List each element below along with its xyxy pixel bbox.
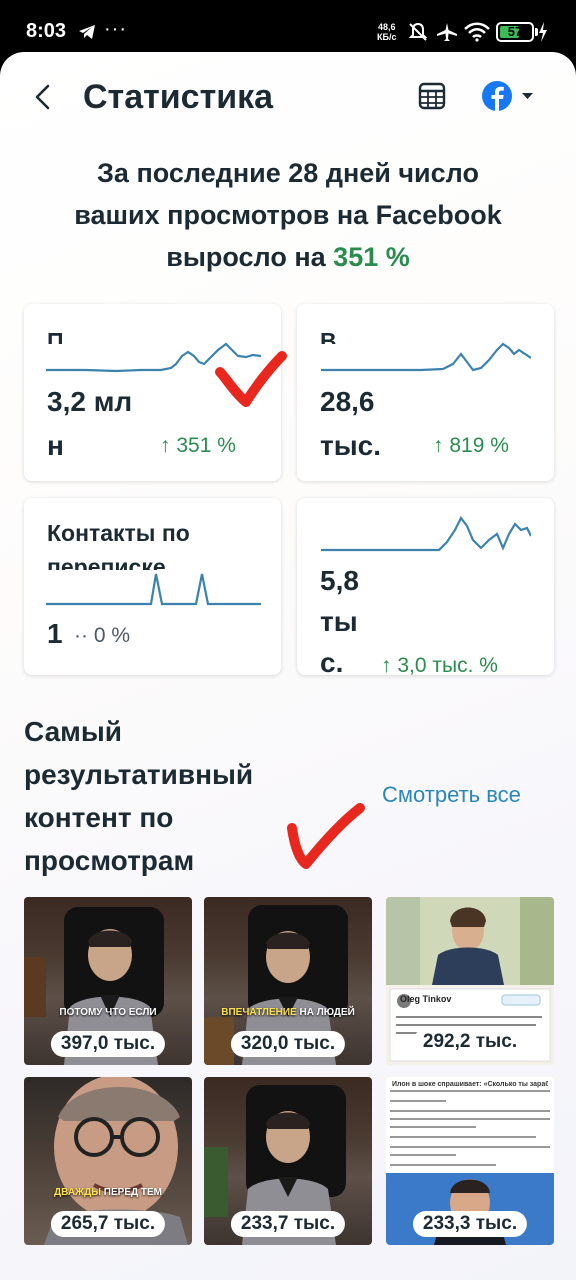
mute-bell-icon: [408, 22, 428, 47]
table-view-button[interactable]: [416, 80, 448, 112]
metric-card-interactions[interactable]: 5,8 ты с. ↑ 3,0 тыс. %: [297, 498, 554, 675]
back-button[interactable]: [28, 80, 58, 114]
statistics-screen: Статистика За последние 28 дней число ва…: [0, 52, 576, 1280]
content-thumbnail[interactable]: ВПЕЧАТЛЕНИЕ НА ЛЮДЕЙ 320,0 тыс.: [204, 897, 372, 1065]
views-badge: 233,7 тыс.: [230, 1211, 346, 1237]
more-notifications-icon: ···: [104, 18, 127, 40]
airplane-icon: [436, 22, 458, 47]
content-thumbnail[interactable]: Oleg Tinkov 292,2 тыс.: [386, 897, 554, 1065]
content-thumbnail[interactable]: Илон в шоке спрашивает: «Сколько ты зара…: [386, 1077, 554, 1245]
sparkline: [321, 342, 531, 372]
views-badge: 265,7 тыс.: [50, 1211, 166, 1237]
growth-percent: 351 %: [333, 242, 410, 272]
caret-down-icon: [522, 93, 533, 99]
post-text-line: Илон в шоке спрашивает: «Сколько ты зара…: [392, 1081, 548, 1088]
charging-bolt-icon: [538, 22, 548, 47]
checkmark-annotation: [215, 351, 287, 407]
card-label: Контакты по переписке: [47, 520, 190, 570]
content-thumbnail[interactable]: ПОТОМУ ЧТО ЕСЛИ 397,0 тыс.: [24, 897, 192, 1065]
status-time: 8:03: [26, 20, 67, 42]
sparkline: [46, 573, 261, 606]
card-value: 28,6 тыс.: [320, 386, 381, 461]
card-delta: ·· 0 %: [74, 624, 131, 647]
metric-card-reactions[interactable]: В 28,6 тыс. ↑ 819 %: [297, 304, 554, 481]
views-badge: 233,3 тыс.: [412, 1211, 528, 1237]
content-thumbnail[interactable]: ДВАЖДЫ ПЕРЕД ТЕМ 265,7 тыс.: [24, 1077, 192, 1245]
content-thumbnail[interactable]: 233,7 тыс.: [204, 1077, 372, 1245]
summary-headline: За последние 28 дней число ваших просмот…: [74, 158, 502, 272]
battery-icon: 57: [496, 22, 534, 42]
thumbnail-caption: ВПЕЧАТЛЕНИЕ НА ЛЮДЕЙ: [221, 1007, 355, 1018]
see-all-link[interactable]: Смотреть все: [382, 782, 521, 808]
views-badge: 320,0 тыс.: [230, 1031, 346, 1057]
telegram-icon: [78, 24, 96, 45]
header: Статистика: [0, 52, 576, 144]
card-delta: ↑ 351 %: [160, 434, 236, 457]
chevron-left-icon: [35, 84, 50, 110]
card-delta: ↑ 819 %: [433, 434, 509, 457]
page-title: Статистика: [83, 78, 274, 116]
tweet-author: Oleg Tinkov: [400, 994, 452, 1004]
thumbnail-caption: ДВАЖДЫ ПЕРЕД ТЕМ: [53, 1187, 163, 1198]
sparkline: [321, 515, 531, 552]
section-title: Самый результативный контент по просмотр…: [24, 716, 254, 876]
thumbnail-caption: ПОТОМУ ЧТО ЕСЛИ: [59, 1007, 157, 1018]
facebook-icon: [482, 81, 512, 111]
views-badge: 397,0 тыс.: [50, 1031, 166, 1057]
card-value: 5,8 ты с.: [320, 565, 359, 675]
account-switcher-button[interactable]: [482, 80, 540, 112]
metric-card-message-contacts[interactable]: Контакты по переписке 1 ·· 0 %: [24, 498, 281, 675]
views-badge: 292,2 тыс.: [412, 1029, 528, 1055]
network-speed: 48,6 КБ/с: [377, 22, 397, 42]
card-value: 1: [47, 618, 63, 649]
table-icon: [418, 82, 446, 110]
card-delta: ↑ 3,0 тыс. %: [381, 654, 498, 675]
wifi-icon: [464, 22, 490, 47]
card-value: 3,2 мл н: [47, 386, 133, 461]
